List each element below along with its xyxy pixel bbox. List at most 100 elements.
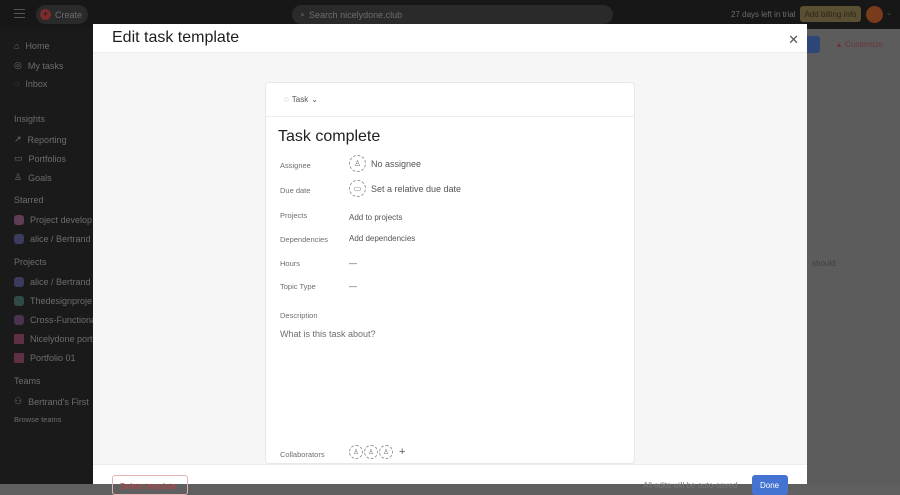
background-hint: should — [812, 259, 836, 268]
label: Nicelydone port — [30, 334, 93, 344]
collaborators-label: Collaborators — [280, 450, 325, 459]
due-date-field[interactable]: ▭ Set a relative due date — [349, 180, 461, 197]
collaborator-icon: ♙ — [364, 445, 378, 459]
assignee-field[interactable]: ♙ No assignee — [349, 155, 421, 172]
sidebar-item-portfolios[interactable]: ▭ Portfolios — [14, 153, 66, 164]
assignee-value: No assignee — [371, 158, 422, 169]
description-input[interactable]: What is this task about? — [280, 329, 376, 339]
project-item[interactable]: Thedesignproje — [14, 296, 92, 306]
dialog-header: Edit task template ✕ — [93, 24, 807, 53]
label: Cross-Functiona — [30, 315, 97, 325]
collaborators-field[interactable]: ♙ ♙ ♙ + — [349, 445, 405, 459]
starred-heading: Starred — [14, 195, 44, 205]
team-item[interactable]: ⚇ Bertrand's First — [14, 396, 89, 407]
project-item[interactable]: Portfolio 01 — [14, 353, 76, 363]
collaborator-icon: ♙ — [379, 445, 393, 459]
task-type-dropdown[interactable]: ◌ Task ⌄ — [266, 83, 634, 117]
menu-icon[interactable] — [14, 9, 25, 18]
chart-icon: ↗ — [14, 134, 22, 144]
label: Thedesignproje — [30, 296, 93, 306]
search-input[interactable]: ⌕ Search nicelydone.club — [292, 5, 613, 24]
topic-type-field[interactable]: — — [349, 282, 357, 291]
dialog-title: Edit task template — [112, 29, 240, 46]
sidebar-item-inbox[interactable]: ◌ Inbox — [14, 79, 47, 89]
warning-icon: ▲ — [835, 40, 846, 49]
folder-icon — [14, 353, 24, 363]
home-icon: ⌂ — [14, 41, 20, 51]
label: Portfolio 01 — [30, 353, 76, 363]
label: alice / Bertrand — [30, 234, 91, 244]
autosave-text: All edits will be auto-saved — [643, 481, 738, 490]
add-dependencies-button[interactable]: Add dependencies — [349, 234, 415, 243]
label: My tasks — [27, 60, 64, 71]
project-item[interactable]: Nicelydone port — [14, 334, 93, 344]
label: Goals — [28, 172, 52, 183]
search-icon: ⌕ — [300, 9, 306, 19]
create-button[interactable]: + Create — [36, 5, 88, 24]
due-date-label: Due date — [280, 186, 311, 195]
label: Inbox — [25, 79, 48, 89]
sidebar-item-goals[interactable]: ♙ Goals — [14, 172, 52, 183]
create-label: Create — [55, 9, 83, 20]
sidebar-item-home[interactable]: ⌂ Home — [14, 41, 49, 51]
project-color-icon — [14, 234, 24, 244]
description-label: Description — [280, 311, 318, 320]
edit-task-template-dialog: Edit task template ✕ ◌ Task ⌄ Task complet… — [93, 24, 807, 495]
person-icon: ♙ — [349, 155, 366, 172]
dependencies-label: Dependencies — [280, 235, 328, 244]
delete-template-button[interactable]: Delete template — [112, 475, 188, 495]
project-color-icon — [14, 215, 24, 225]
label: Bertrand's First — [28, 396, 89, 407]
projects-heading: Projects — [14, 257, 47, 267]
add-collaborator-icon[interactable]: + — [399, 446, 405, 458]
add-billing-button[interactable]: Add billing info — [800, 6, 861, 22]
type-label: Task — [291, 95, 309, 104]
avatar[interactable] — [866, 6, 883, 23]
calendar-icon: ▭ — [349, 180, 366, 197]
person-icon: ♙ — [14, 172, 23, 182]
due-date-value: Set a relative due date — [371, 183, 462, 194]
collaborator-icon: ♙ — [349, 445, 363, 459]
share-button[interactable] — [807, 36, 820, 53]
starred-item[interactable]: alice / Bertrand — [14, 234, 91, 244]
sidebar-item-reporting[interactable]: ↗ Reporting — [14, 134, 67, 145]
label: alice / Bertrand — [30, 277, 91, 287]
close-icon[interactable]: ✕ — [788, 32, 799, 48]
bell-icon: ◌ — [14, 79, 20, 89]
assignee-label: Assignee — [280, 161, 311, 170]
project-color-icon — [14, 296, 24, 306]
label: Portfolios — [28, 153, 67, 164]
project-color-icon — [14, 277, 24, 287]
background-content: should — [807, 29, 900, 484]
team-icon: ⚇ — [14, 396, 23, 406]
search-placeholder: Search nicelydone.club — [309, 9, 403, 20]
insights-heading: Insights — [14, 114, 46, 124]
check-circle-icon: ◎ — [14, 60, 22, 70]
topic-type-label: Topic Type — [280, 282, 316, 291]
customize-label: Customize — [845, 40, 883, 49]
hours-label: Hours — [280, 259, 301, 268]
dialog-footer: Delete template All edits will be auto-s… — [93, 464, 807, 495]
trial-text: 27 days left in trial — [731, 10, 796, 19]
label: Home — [25, 41, 50, 51]
project-item[interactable]: Cross-Functiona — [14, 315, 96, 325]
add-to-projects-button[interactable]: Add to projects — [349, 213, 402, 222]
sidebar-item-my-tasks[interactable]: ◎ My tasks — [14, 60, 63, 71]
customize-button[interactable]: ▲ Customize — [835, 40, 883, 49]
done-button[interactable]: Done — [752, 475, 788, 495]
label: Reporting — [27, 134, 67, 145]
plus-icon: + — [40, 9, 51, 20]
project-color-icon — [14, 315, 24, 325]
browse-teams-link[interactable]: Browse teams — [14, 415, 62, 424]
label: Project develop — [30, 215, 93, 225]
folder-icon: ▭ — [14, 153, 23, 163]
chevron-down-icon[interactable]: ⌄ — [886, 9, 892, 17]
task-card: ◌ Task ⌄ Task complete Assignee ♙ No assign… — [265, 82, 635, 464]
chevron-down-icon: ⌄ — [311, 95, 318, 104]
hours-field[interactable]: — — [349, 259, 357, 268]
starred-item[interactable]: Project develop — [14, 215, 92, 225]
folder-icon — [14, 334, 24, 344]
task-title-input[interactable]: Task complete — [278, 128, 380, 146]
teams-heading: Teams — [14, 376, 41, 386]
project-item[interactable]: alice / Bertrand — [14, 277, 91, 287]
